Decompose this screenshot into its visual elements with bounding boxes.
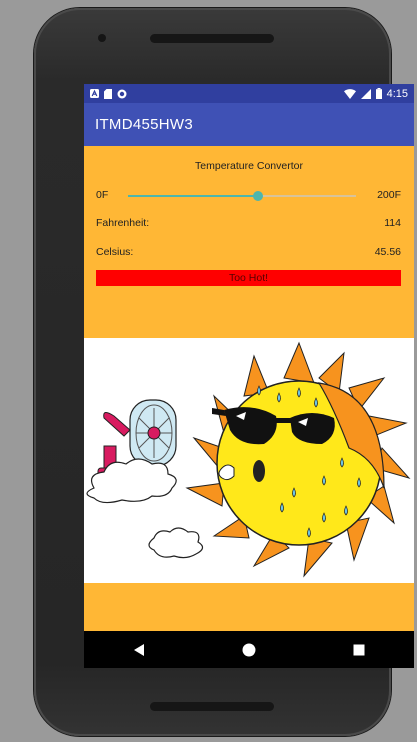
battery-icon — [375, 88, 382, 99]
status-right-icons: 4:15 — [343, 87, 408, 100]
celsius-label: Celsius: — [96, 246, 134, 258]
home-button[interactable] — [235, 636, 263, 664]
top-speaker-grille — [150, 34, 274, 43]
hot-weather-illustration — [84, 338, 414, 583]
wifi-icon — [343, 88, 356, 99]
slider-track-fill — [128, 195, 258, 197]
status-left-icons — [90, 88, 127, 99]
phone-frame: 4:15 ITMD455HW3 Temperature Convertor 0F… — [34, 8, 414, 736]
cloud-large — [86, 458, 177, 504]
app-title: ITMD455HW3 — [95, 116, 194, 133]
sd-card-icon — [104, 88, 112, 99]
fahrenheit-label: Fahrenheit: — [96, 217, 150, 229]
home-icon — [242, 643, 256, 656]
temperature-slider[interactable] — [128, 191, 356, 201]
recents-icon — [353, 644, 365, 655]
sync-icon — [117, 89, 127, 98]
sun-mouth — [253, 460, 265, 482]
slider-min-label: 0F — [96, 189, 109, 201]
temperature-slider-row: 0F 200F — [96, 189, 401, 203]
cloud-small — [148, 527, 204, 559]
slider-thumb[interactable] — [252, 191, 263, 201]
signal-icon — [360, 88, 371, 99]
status-banner: Too Hot! — [96, 270, 401, 286]
recents-button[interactable] — [345, 636, 373, 664]
hot-sun-with-sunglasses-and-fan-icon — [86, 341, 411, 578]
back-icon — [134, 643, 144, 656]
app-bar: ITMD455HW3 — [84, 103, 414, 146]
back-button[interactable] — [125, 636, 153, 664]
fahrenheit-value: 114 — [384, 217, 401, 229]
fahrenheit-row: Fahrenheit: 114 — [96, 217, 401, 229]
bottom-speaker-grille — [150, 702, 274, 711]
converter-panel: Temperature Convertor 0F 200F Fahrenheit… — [84, 146, 414, 338]
a-notification-icon — [90, 89, 99, 98]
status-time: 4:15 — [386, 87, 408, 100]
status-bar: 4:15 — [84, 84, 414, 103]
converter-title: Temperature Convertor — [195, 160, 303, 172]
celsius-value: 45.56 — [374, 246, 401, 258]
slider-max-label: 200F — [377, 189, 401, 201]
status-message: Too Hot! — [228, 272, 269, 284]
navigation-bar — [84, 631, 414, 668]
app-screen: 4:15 ITMD455HW3 Temperature Convertor 0F… — [84, 84, 414, 668]
celsius-row: Celsius: 45.56 — [96, 246, 401, 258]
front-camera — [98, 34, 106, 42]
